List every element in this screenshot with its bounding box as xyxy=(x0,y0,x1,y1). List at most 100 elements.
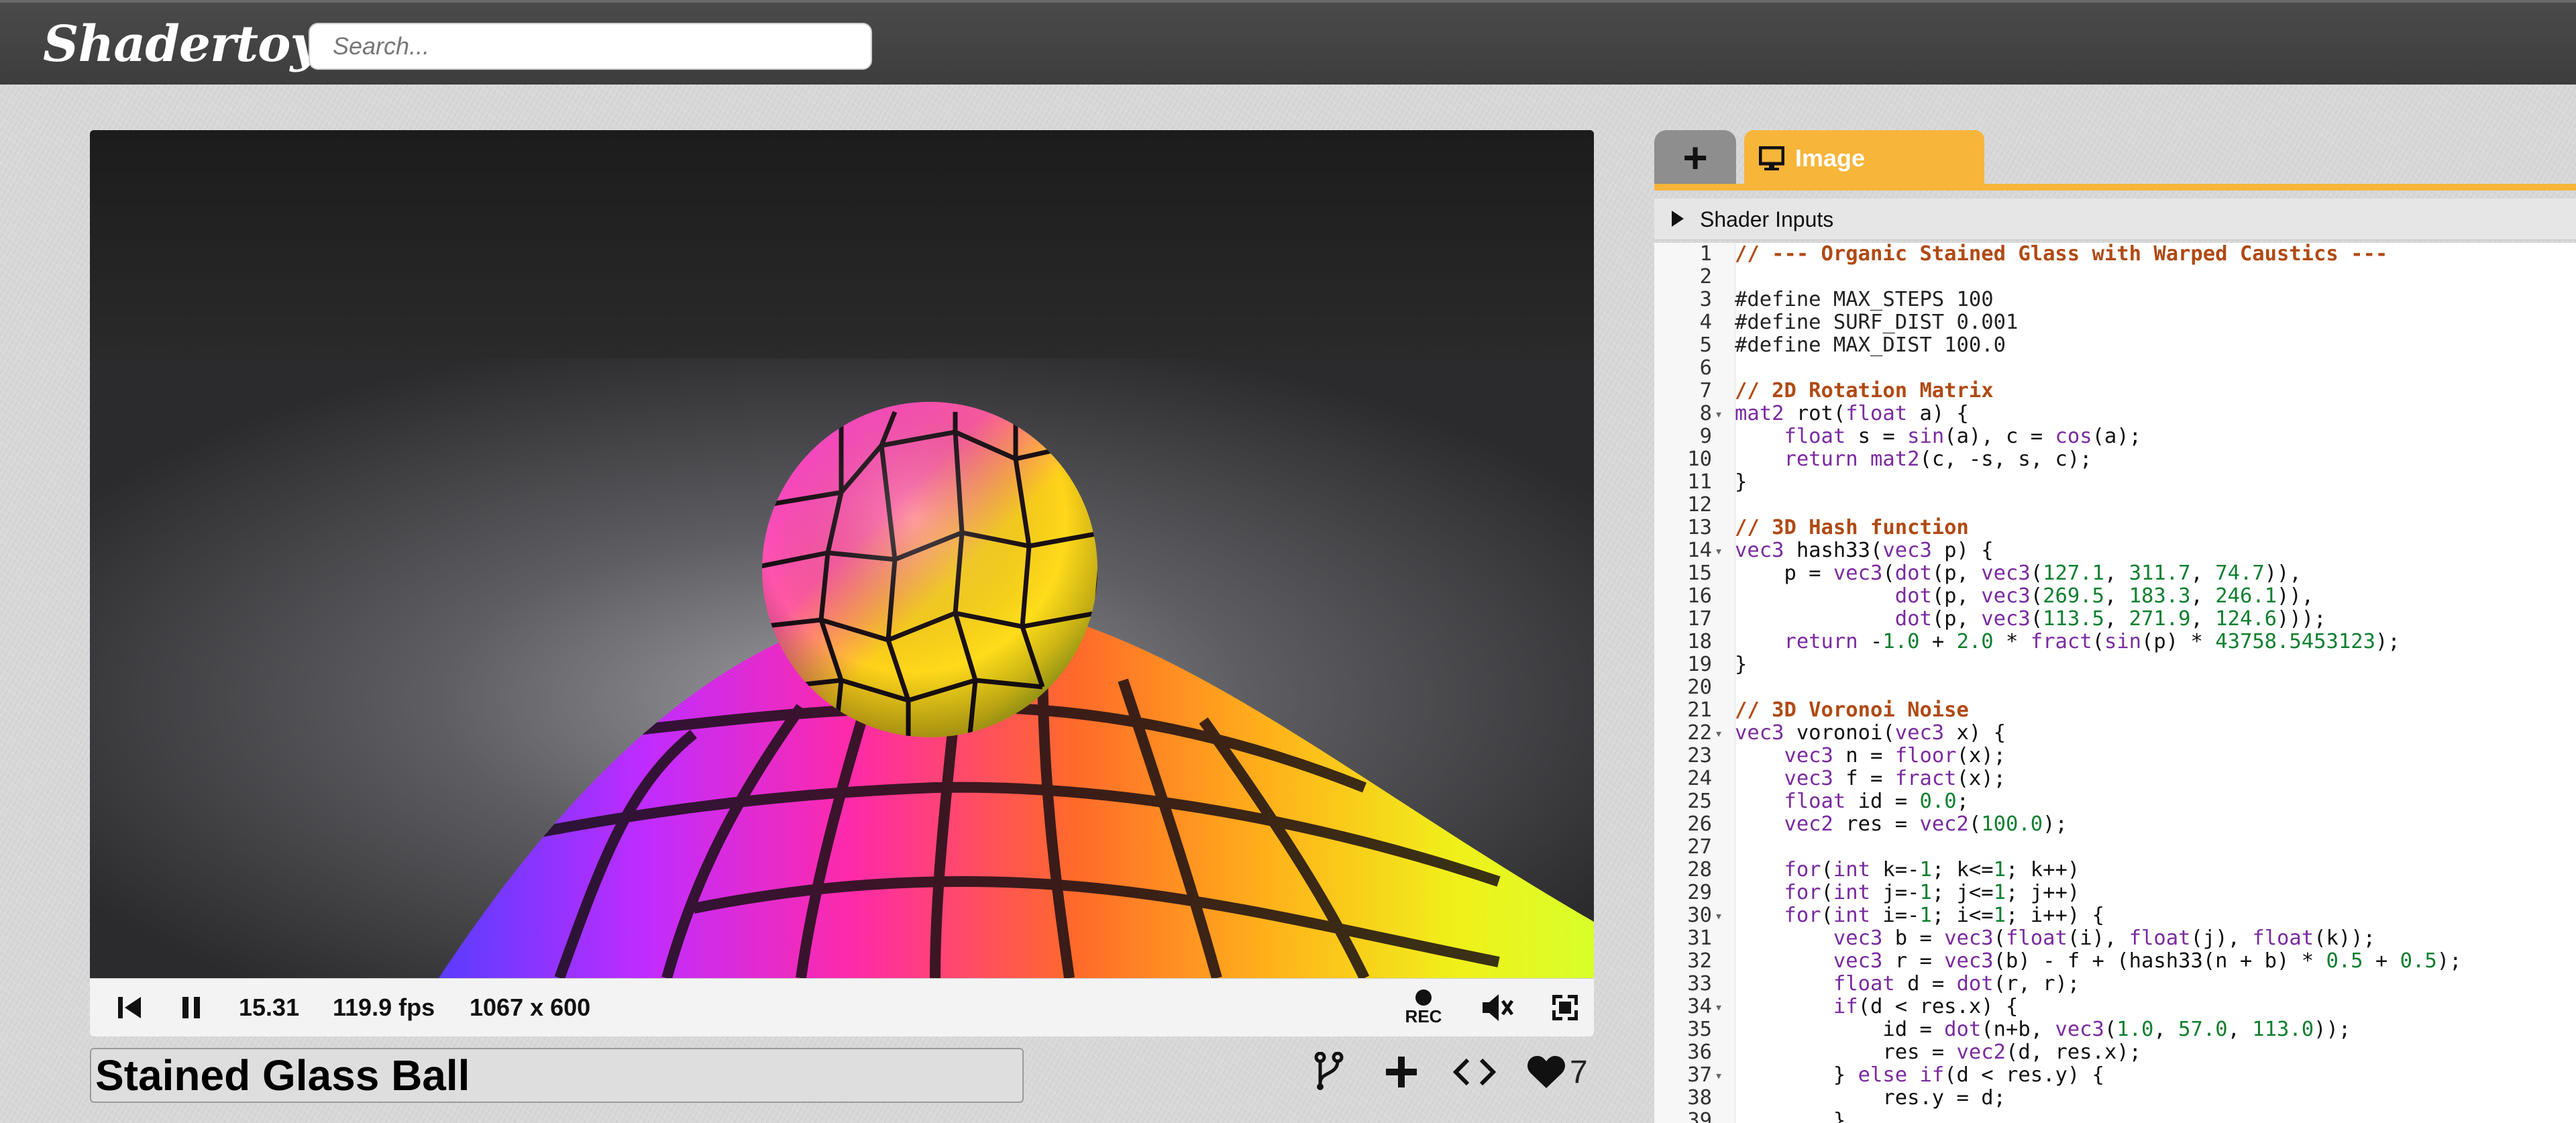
code-line[interactable]: 37 ▾ } else if(d < res.y) { xyxy=(1654,1064,2576,1087)
line-number: 6 xyxy=(1699,356,1712,380)
code-line[interactable]: 8 ▾ mat2 rot(float a) { xyxy=(1654,403,2576,425)
code-line[interactable]: 14 ▾ vec3 hash33(vec3 p) { xyxy=(1654,539,2576,562)
tab-image[interactable]: Image xyxy=(1744,130,1984,186)
code-line[interactable]: 32 vec3 r = vec3(b) - f + (hash33(n + b)… xyxy=(1654,950,2576,973)
shader-canvas[interactable] xyxy=(90,130,1594,978)
code-line[interactable]: 9 float s = sin(a), c = cos(a); xyxy=(1654,425,2576,448)
shadertoy-logo[interactable]: Shadertoy xyxy=(43,12,319,76)
like-button[interactable]: 7 xyxy=(1527,1045,1601,1099)
line-number: 8 xyxy=(1699,402,1712,425)
like-count: 7 xyxy=(1570,1054,1588,1090)
record-icon xyxy=(1415,990,1432,1006)
code-line[interactable]: 18 return -1.0 + 2.0 * fract(sin(p) * 43… xyxy=(1654,631,2576,653)
code-line[interactable]: 27 xyxy=(1654,836,2576,859)
code-line[interactable]: 26 vec2 res = vec2(100.0); xyxy=(1654,813,2576,836)
code-line[interactable]: 20 xyxy=(1654,676,2576,699)
code-line[interactable]: 28 for(int k=-1; k<=1; k++) xyxy=(1654,859,2576,881)
code-line[interactable]: 22 ▾ vec3 voronoi(vec3 x) { xyxy=(1654,722,2576,745)
code-line[interactable]: 12 xyxy=(1654,494,2576,517)
shader-render xyxy=(90,130,1594,978)
code-line[interactable]: 19} xyxy=(1654,653,2576,676)
code-text: for(int i=-1; i<=1; i++) { xyxy=(1784,904,2104,927)
code-line[interactable]: 10 return mat2(c, -s, s, c); xyxy=(1654,448,2576,471)
code-line[interactable]: 31 vec3 b = vec3(float(i), float(j), flo… xyxy=(1654,927,2576,950)
line-number: 17 xyxy=(1687,607,1712,631)
line-number: 15 xyxy=(1687,562,1712,585)
add-tab-button[interactable]: + xyxy=(1654,130,1736,185)
code-line[interactable]: 30 ▾ for(int i=-1; i<=1; i++) { xyxy=(1654,904,2576,927)
rewind-icon[interactable] xyxy=(106,979,153,1036)
code-text: vec3 n = floor(x); xyxy=(1784,744,2006,767)
code-line[interactable]: 11} xyxy=(1654,471,2576,494)
embed-code-icon[interactable] xyxy=(1453,1045,1500,1099)
tab-underline xyxy=(1654,184,2576,191)
fold-toggle-icon[interactable]: ▾ xyxy=(1715,904,1731,927)
line-number: 18 xyxy=(1687,630,1712,653)
tab-image-label: Image xyxy=(1795,144,1866,172)
line-number: 32 xyxy=(1687,949,1712,973)
code-line[interactable]: 39 } xyxy=(1654,1110,2576,1123)
code-text: if(d < res.x) { xyxy=(1833,995,2019,1018)
code-text: return -1.0 + 2.0 * fract(sin(p) * 43758… xyxy=(1784,630,2400,653)
record-button[interactable]: REC xyxy=(1395,979,1452,1036)
code-line[interactable]: 15 p = vec3(dot(p, vec3(127.1, 311.7, 74… xyxy=(1654,562,2576,585)
line-number: 13 xyxy=(1687,516,1712,539)
fold-toggle-icon[interactable]: ▾ xyxy=(1715,1064,1731,1087)
code-line[interactable]: 38 res.y = d; xyxy=(1654,1087,2576,1110)
fold-toggle-icon[interactable]: ▾ xyxy=(1715,996,1731,1018)
code-text: } else if(d < res.y) { xyxy=(1735,1063,2104,1087)
code-line[interactable]: 6 xyxy=(1654,357,2576,380)
code-line[interactable]: 34 ▾ if(d < res.x) { xyxy=(1654,996,2576,1018)
add-to-playlist-icon[interactable] xyxy=(1385,1045,1425,1099)
code-text: #define MAX_DIST 100.0 xyxy=(1735,333,2006,357)
code-text: res = vec2(d, res.x); xyxy=(1735,1040,2141,1064)
code-line[interactable]: 36 res = vec2(d, res.x); xyxy=(1654,1041,2576,1064)
shader-title[interactable]: Stained Glass Ball xyxy=(90,1048,1024,1103)
code-line[interactable]: 13 // 3D Hash function xyxy=(1654,517,2576,539)
resolution-display: 1067 x 600 xyxy=(470,994,591,1021)
fork-icon[interactable] xyxy=(1313,1045,1354,1099)
heart-icon xyxy=(1527,1056,1565,1088)
fold-toggle-icon[interactable]: ▾ xyxy=(1715,539,1731,562)
pause-icon[interactable] xyxy=(168,979,215,1036)
line-number: 26 xyxy=(1687,812,1712,836)
code-line[interactable]: 2 xyxy=(1654,266,2576,288)
code-text: dot(p, vec3(269.5, 183.3, 246.1)), xyxy=(1894,584,2314,608)
code-line[interactable]: 16 dot(p, vec3(269.5, 183.3, 246.1)), xyxy=(1654,585,2576,608)
code-line[interactable]: 5 #define MAX_DIST 100.0 xyxy=(1654,334,2576,357)
code-line[interactable]: 24 vec3 f = fract(x); xyxy=(1654,767,2576,790)
search-input[interactable] xyxy=(309,23,872,70)
code-line[interactable]: 21 // 3D Voronoi Noise xyxy=(1654,699,2576,722)
code-line[interactable]: 33 float d = dot(r, r); xyxy=(1654,973,2576,996)
code-line[interactable]: 29 for(int j=-1; j<=1; j++) xyxy=(1654,881,2576,904)
line-number: 24 xyxy=(1687,767,1712,790)
line-number: 23 xyxy=(1687,744,1712,767)
code-line[interactable]: 23 vec3 n = floor(x); xyxy=(1654,745,2576,767)
code-text: mat2 rot(float a) { xyxy=(1735,402,1969,425)
code-line[interactable]: 35 id = dot(n+b, vec3(1.0, 57.0, 113.0))… xyxy=(1654,1018,2576,1041)
fold-toggle-icon[interactable]: ▾ xyxy=(1715,403,1731,425)
code-editor[interactable]: 1 // --- Organic Stained Glass with Warpe… xyxy=(1654,243,2576,1123)
line-number: 34 xyxy=(1687,995,1712,1018)
code-line[interactable]: 17 dot(p, vec3(113.5, 271.9, 124.6))); xyxy=(1654,608,2576,631)
code-line[interactable]: 4 #define SURF_DIST 0.001 xyxy=(1654,311,2576,334)
line-number: 21 xyxy=(1687,698,1712,722)
line-number: 2 xyxy=(1699,265,1712,288)
line-number: 4 xyxy=(1699,311,1712,334)
code-line[interactable]: 3 #define MAX_STEPS 100 xyxy=(1654,288,2576,311)
caret-right-icon xyxy=(1672,211,1684,227)
code-text: } xyxy=(1735,470,1748,494)
code-text: res.y = d; xyxy=(1735,1086,2006,1110)
line-number: 12 xyxy=(1687,493,1712,517)
code-line[interactable]: 25 float id = 0.0; xyxy=(1654,790,2576,813)
code-line[interactable]: 1 // --- Organic Stained Glass with Warpe… xyxy=(1654,243,2576,266)
mute-icon[interactable] xyxy=(1474,979,1521,1036)
code-line[interactable]: 7 // 2D Rotation Matrix xyxy=(1654,380,2576,403)
line-number: 22 xyxy=(1687,721,1712,745)
fullscreen-icon[interactable] xyxy=(1542,979,1589,1036)
line-number: 35 xyxy=(1687,1018,1712,1041)
shader-inputs-toggle[interactable]: Shader Inputs xyxy=(1654,199,2576,240)
top-nav-bar: Shadertoy xyxy=(0,0,2576,85)
fold-toggle-icon[interactable]: ▾ xyxy=(1715,722,1731,745)
line-number: 20 xyxy=(1687,676,1712,699)
